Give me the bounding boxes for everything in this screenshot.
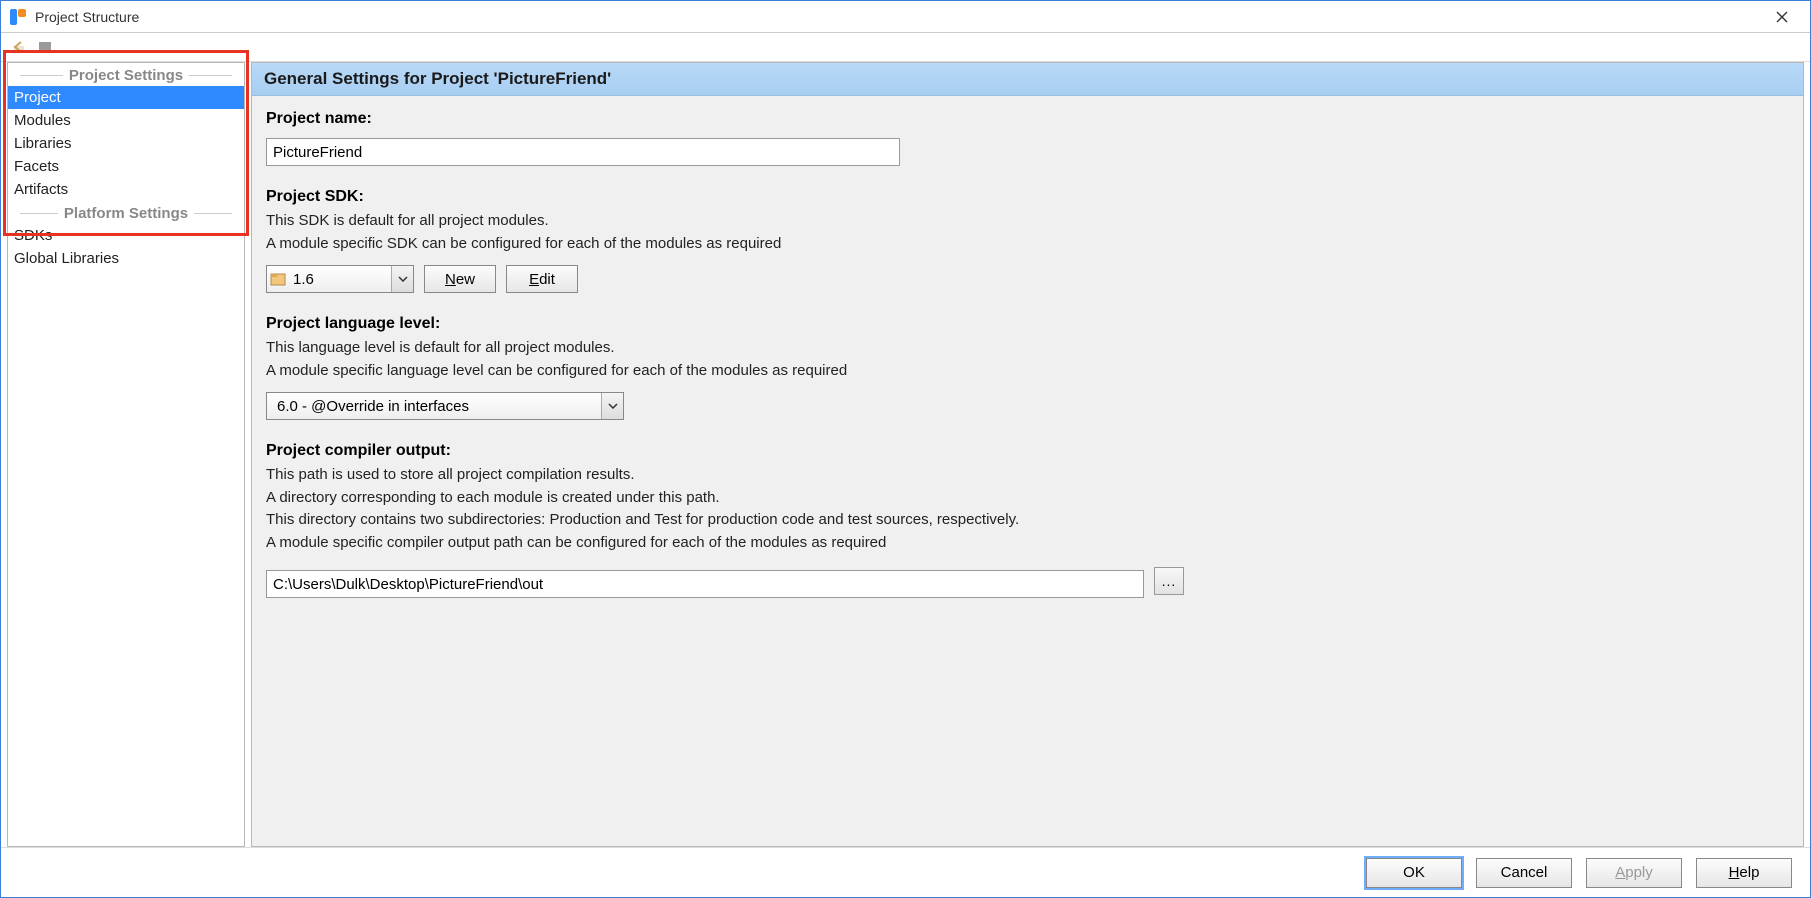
project-name-label: Project name: [266,110,1789,128]
sidebar: Project Settings Project Modules Librari… [7,62,245,847]
sdk-icon [267,272,289,286]
project-sdk-group: Project SDK: This SDK is default for all… [266,188,1789,293]
window-title: Project Structure [35,9,139,25]
language-level-label: Project language level: [266,315,1789,333]
new-sdk-button[interactable]: New [424,265,496,293]
module-icon[interactable] [35,37,55,57]
sidebar-item-sdks[interactable]: SDKs [8,224,244,247]
compiler-output-group: Project compiler output: This path is us… [266,442,1789,598]
section-header-project-settings: Project Settings [8,63,244,86]
project-sdk-desc1: This SDK is default for all project modu… [266,210,1789,233]
main-header: General Settings for Project 'PictureFri… [252,63,1803,96]
sidebar-item-project[interactable]: Project [8,86,244,109]
project-name-input[interactable] [266,138,900,166]
section-title: Platform Settings [64,205,188,222]
compiler-output-label: Project compiler output: [266,442,1789,460]
cancel-button[interactable]: Cancel [1476,858,1572,888]
compiler-output-desc2: A directory corresponding to each module… [266,487,1789,510]
edit-sdk-button[interactable]: Edit [506,265,578,293]
toolbar [1,33,1810,61]
language-level-value: 6.0 - @Override in interfaces [275,398,477,415]
compiler-output-desc3: This directory contains two subdirectori… [266,509,1789,532]
language-level-desc2: A module specific language level can be … [266,360,1789,383]
content: Project Settings Project Modules Librari… [1,61,1810,847]
close-button[interactable] [1762,3,1802,31]
footer: OK Cancel Apply Help [1,847,1810,897]
section-title: Project Settings [69,67,183,84]
main-body: Project name: Project SDK: This SDK is d… [252,96,1803,634]
project-name-group: Project name: [266,110,1789,166]
sdk-dropdown[interactable]: 1.6 [266,265,414,293]
sidebar-item-artifacts[interactable]: Artifacts [8,178,244,201]
apply-button[interactable]: Apply [1586,858,1682,888]
sidebar-item-global-libraries[interactable]: Global Libraries [8,247,244,270]
ok-button[interactable]: OK [1366,858,1462,888]
compiler-output-desc1: This path is used to store all project c… [266,464,1789,487]
compiler-output-desc4: A module specific compiler output path c… [266,532,1789,555]
titlebar: Project Structure [1,1,1810,33]
sidebar-item-libraries[interactable]: Libraries [8,132,244,155]
main-panel: General Settings for Project 'PictureFri… [251,62,1804,847]
language-level-desc1: This language level is default for all p… [266,337,1789,360]
browse-button[interactable]: ... [1154,567,1184,595]
app-icon [9,8,27,26]
sidebar-item-facets[interactable]: Facets [8,155,244,178]
language-level-group: Project language level: This language le… [266,315,1789,420]
project-sdk-label: Project SDK: [266,188,1789,206]
help-button[interactable]: Help [1696,858,1792,888]
sidebar-item-modules[interactable]: Modules [8,109,244,132]
project-sdk-desc2: A module specific SDK can be configured … [266,233,1789,256]
section-header-platform-settings: Platform Settings [8,201,244,224]
compiler-output-input[interactable] [266,570,1144,598]
language-level-dropdown[interactable]: 6.0 - @Override in interfaces [266,392,624,420]
sdk-value: 1.6 [289,271,322,288]
chevron-down-icon [391,266,413,292]
back-icon[interactable] [9,37,29,57]
chevron-down-icon [601,393,623,419]
